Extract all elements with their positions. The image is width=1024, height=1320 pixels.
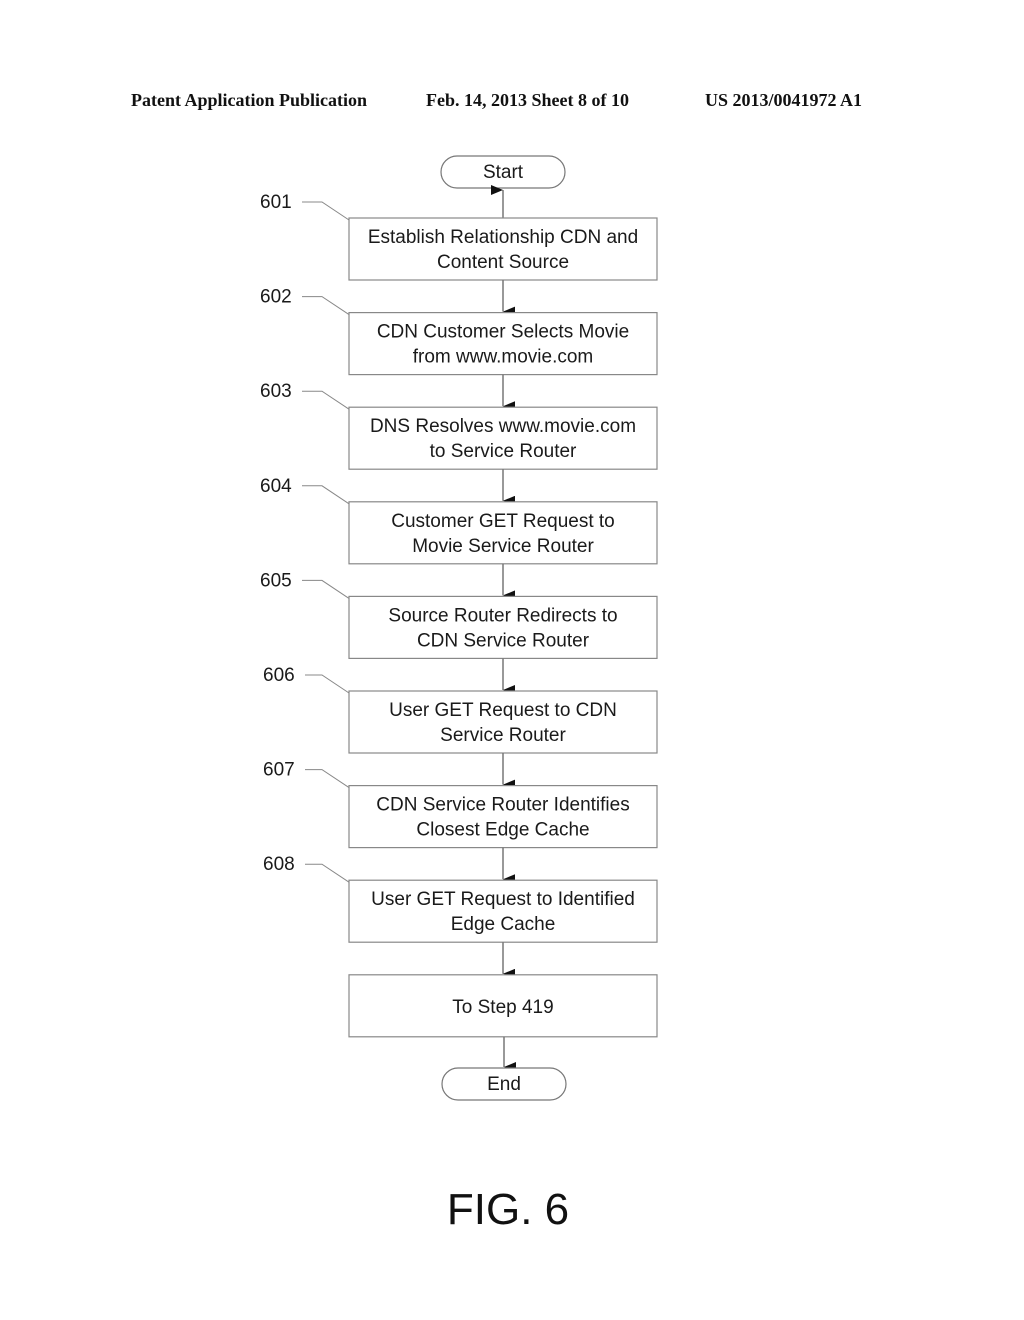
- step-text-line: User GET Request to CDN: [389, 700, 617, 721]
- step-box-601: Establish Relationship CDN and Content So…: [260, 192, 658, 281]
- end-terminal: End: [441, 1067, 567, 1101]
- step-text-line: User GET Request to Identified: [371, 889, 635, 910]
- step-box-606: User GET Request to CDN Service Router 606: [263, 665, 658, 754]
- step-box-602: CDN Customer Selects Movie from www.movie…: [260, 287, 658, 376]
- step-reference-number: 603: [260, 381, 292, 402]
- reference-leader-line: [302, 579, 350, 599]
- step-text-line: To Step 419: [452, 997, 553, 1018]
- reference-leader-line: [302, 296, 350, 316]
- step-text-line: from www.movie.com: [413, 347, 594, 368]
- end-label: End: [487, 1074, 521, 1095]
- step-box-to-step: To Step 419: [348, 974, 658, 1038]
- step-reference-number: 607: [263, 760, 295, 781]
- step-text-line: DNS Resolves www.movie.com: [370, 416, 636, 437]
- step-text-line: Service Router: [440, 725, 566, 746]
- step-text-line: Establish Relationship CDN and: [368, 227, 638, 248]
- step-text-line: Customer GET Request to: [391, 511, 615, 532]
- step-reference-number: 601: [260, 192, 292, 213]
- reference-leader-line: [305, 674, 350, 694]
- step-box-603: DNS Resolves www.movie.com to Service Rou…: [260, 381, 658, 470]
- step-reference-number: 605: [260, 570, 292, 591]
- step-text-line: to Service Router: [430, 441, 577, 462]
- step-text-line: Closest Edge Cache: [416, 820, 589, 841]
- step-box-605: Source Router Redirects to CDN Service Ro…: [260, 570, 658, 660]
- start-label: Start: [483, 162, 524, 183]
- step-reference-number: 604: [260, 476, 292, 497]
- step-reference-number: 608: [263, 854, 295, 875]
- step-text-line: Movie Service Router: [412, 536, 594, 557]
- step-text-line: Edge Cache: [451, 914, 556, 935]
- reference-leader-line: [302, 485, 350, 505]
- step-text-line: CDN Customer Selects Movie: [377, 322, 629, 343]
- step-box-607: CDN Service Router Identifies Closest Edg…: [263, 760, 658, 849]
- reference-leader-line: [302, 390, 350, 410]
- start-terminal: Start: [440, 155, 566, 189]
- step-box-608: User GET Request to Identified Edge Cache…: [263, 854, 658, 943]
- step-text-line: Source Router Redirects to: [388, 605, 617, 626]
- reference-leader-line: [305, 769, 350, 789]
- step-reference-number: 602: [260, 287, 292, 308]
- flowchart-diagram: Start Establish Relationship CDN and Cont…: [260, 155, 658, 1234]
- step-text-line: Content Source: [437, 252, 569, 273]
- step-reference-number: 606: [263, 665, 295, 686]
- reference-leader-line: [302, 201, 350, 221]
- step-text-line: CDN Service Router Identifies: [376, 795, 629, 816]
- step-box-604: Customer GET Request to Movie Service Rou…: [260, 476, 658, 565]
- figure-label: FIG. 6: [447, 1185, 569, 1234]
- step-text-line: CDN Service Router: [417, 630, 590, 651]
- reference-leader-line: [305, 863, 350, 883]
